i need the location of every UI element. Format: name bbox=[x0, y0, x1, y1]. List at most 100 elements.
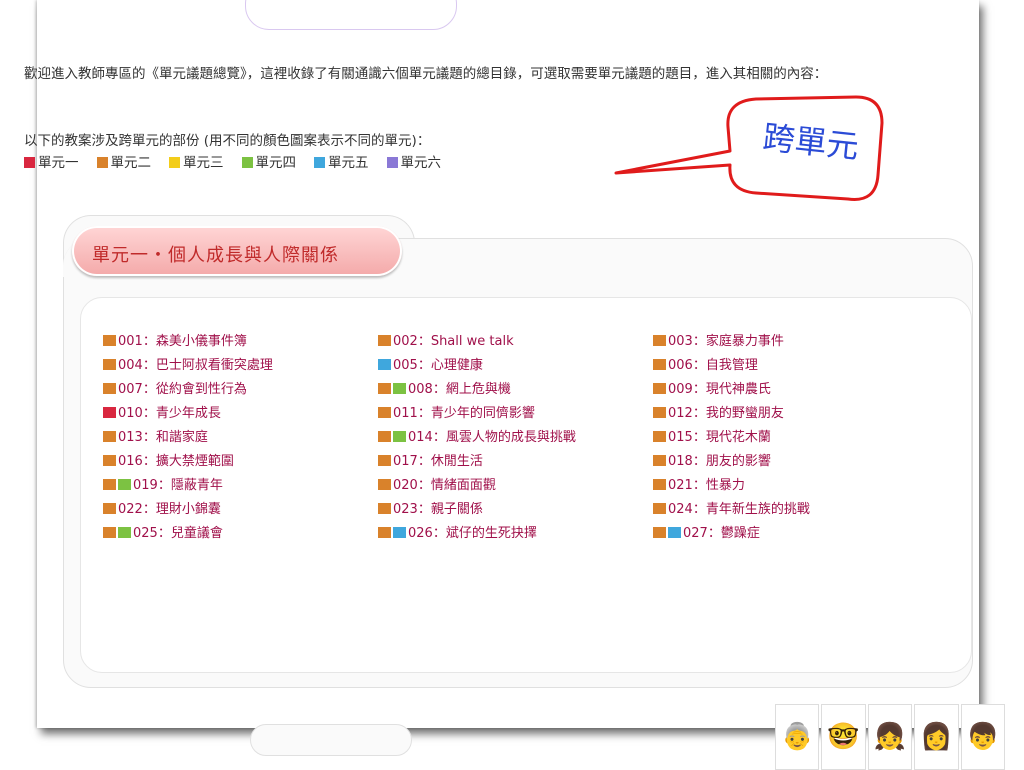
legend-item: 單元四 bbox=[241, 151, 297, 171]
unit-color-icon bbox=[103, 359, 116, 370]
lesson-link[interactable]: 015：現代花木蘭 bbox=[653, 429, 923, 446]
lesson-title: 017：休閒生活 bbox=[393, 454, 483, 469]
boy-spiky-icon[interactable]: 👦 bbox=[960, 704, 1006, 770]
lesson-link[interactable]: 004：巴士阿叔看衝突處理 bbox=[103, 357, 378, 374]
lesson-link[interactable]: 021：性暴力 bbox=[653, 477, 923, 494]
unit-color-icon bbox=[103, 479, 116, 490]
lesson-title: 007：從約會到性行為 bbox=[118, 382, 247, 397]
lesson-title: 021：性暴力 bbox=[668, 478, 745, 493]
legend-label: 單元五 bbox=[328, 155, 369, 171]
lesson-link[interactable]: 009：現代神農氏 bbox=[653, 381, 923, 398]
legend-item: 單元五 bbox=[314, 151, 369, 171]
lesson-title: 022：理財小錦囊 bbox=[118, 502, 221, 517]
lesson-link[interactable]: 005：心理健康 bbox=[378, 357, 653, 374]
boy-glasses-icon[interactable]: 🤓 bbox=[821, 704, 866, 770]
unit-color-icon bbox=[653, 431, 666, 442]
legend-label: 單元三 bbox=[183, 155, 224, 171]
unit-color-icon bbox=[653, 527, 666, 538]
lesson-title: 027：鬱躁症 bbox=[683, 526, 760, 541]
lesson-title: 011：青少年的同儕影響 bbox=[393, 406, 535, 421]
lesson-title: 016：擴大禁煙範圍 bbox=[118, 454, 234, 469]
lesson-title: 002：Shall we talk bbox=[393, 334, 514, 349]
color-swatch-icon bbox=[169, 157, 180, 168]
unit-color-icon bbox=[103, 431, 116, 442]
unit-color-icon bbox=[653, 407, 666, 418]
legend-item: 單元二 bbox=[96, 151, 152, 171]
lesson-link[interactable]: 024：青年新生族的挑戰 bbox=[653, 501, 923, 518]
lesson-link[interactable]: 020：情緒面面觀 bbox=[378, 477, 653, 494]
grandma-icon[interactable]: 👵 bbox=[775, 704, 820, 770]
unit-color-icon bbox=[378, 407, 391, 418]
unit-color-icon bbox=[378, 479, 391, 490]
lesson-title: 024：青年新生族的挑戰 bbox=[668, 502, 810, 517]
lesson-title: 009：現代神農氏 bbox=[668, 382, 771, 397]
intro-text: 歡迎進入教師專區的《單元議題總覽》，這裡收錄了有關通識六個單元議題的總目錄，可選… bbox=[24, 66, 828, 82]
unit-color-icon bbox=[103, 383, 116, 394]
lesson-link[interactable]: 023：親子關係 bbox=[378, 501, 653, 518]
lesson-link[interactable]: 008：網上危與機 bbox=[378, 381, 653, 398]
lesson-link[interactable]: 010：青少年成長 bbox=[103, 405, 378, 422]
lesson-title: 012：我的野蠻朋友 bbox=[668, 406, 784, 421]
lesson-title: 019：隱蔽青年 bbox=[133, 478, 223, 493]
unit-color-icon bbox=[653, 359, 666, 370]
lesson-link[interactable]: 016：擴大禁煙範圍 bbox=[103, 453, 378, 470]
mascot-bar: 👵 🤓 👧 👩 👦 bbox=[775, 704, 1006, 770]
unit-color-icon bbox=[378, 359, 391, 370]
lesson-link[interactable]: 027：鬱躁症 bbox=[653, 525, 923, 542]
girl-curly-icon[interactable]: 👧 bbox=[867, 704, 913, 770]
lesson-title: 020：情緒面面觀 bbox=[393, 478, 496, 493]
unit-color-icon bbox=[103, 407, 116, 418]
lesson-link[interactable]: 018：朋友的影響 bbox=[653, 453, 923, 470]
color-legend: 單元一 單元二 單元三 單元四 單元五 單元六 bbox=[24, 151, 459, 171]
cross-unit-intro: 以下的教案涉及跨單元的部份 (用不同的顏色圖案表示不同的單元)： bbox=[24, 133, 431, 149]
top-tab-decoration bbox=[245, 0, 457, 30]
lesson-title: 014：風雲人物的成長與挑戰 bbox=[408, 430, 576, 445]
woman-icon[interactable]: 👩 bbox=[914, 704, 959, 770]
unit-color-icon bbox=[118, 479, 131, 490]
legend-label: 單元六 bbox=[400, 155, 442, 171]
unit-color-icon bbox=[118, 527, 131, 538]
unit-color-icon bbox=[103, 527, 116, 538]
lesson-link[interactable]: 012：我的野蠻朋友 bbox=[653, 405, 923, 422]
next-unit-tab bbox=[250, 724, 412, 756]
lesson-link[interactable]: 006：自我管理 bbox=[653, 357, 923, 374]
legend-item: 單元三 bbox=[169, 151, 224, 171]
unit-color-icon bbox=[653, 503, 666, 514]
lesson-link[interactable]: 026：斌仔的生死抉擇 bbox=[378, 525, 653, 542]
lesson-title: 018：朋友的影響 bbox=[668, 454, 771, 469]
lesson-link[interactable]: 017：休閒生活 bbox=[378, 453, 653, 470]
lesson-link[interactable]: 001：森美小儀事件簿 bbox=[103, 333, 378, 350]
legend-label: 單元四 bbox=[255, 155, 297, 171]
lesson-link[interactable]: 022：理財小錦囊 bbox=[103, 501, 378, 518]
lesson-title: 003：家庭暴力事件 bbox=[668, 334, 784, 349]
lesson-link[interactable]: 007：從約會到性行為 bbox=[103, 381, 378, 398]
lesson-title: 001：森美小儀事件簿 bbox=[118, 334, 247, 349]
unit-color-icon bbox=[378, 335, 391, 346]
lesson-title: 023：親子關係 bbox=[393, 502, 483, 517]
lesson-link[interactable]: 002：Shall we talk bbox=[378, 333, 653, 350]
color-swatch-icon bbox=[314, 157, 325, 168]
unit-color-icon bbox=[378, 527, 391, 538]
lesson-link[interactable]: 003：家庭暴力事件 bbox=[653, 333, 923, 350]
lesson-link[interactable]: 014：風雲人物的成長與挑戰 bbox=[378, 429, 653, 446]
color-swatch-icon bbox=[241, 157, 253, 168]
color-swatch-icon bbox=[386, 157, 398, 168]
unit-color-icon bbox=[103, 455, 116, 466]
unit-color-icon bbox=[378, 503, 391, 514]
color-swatch-icon bbox=[96, 157, 108, 168]
unit-color-icon bbox=[378, 431, 391, 442]
unit-color-icon bbox=[103, 503, 116, 514]
unit-color-icon bbox=[378, 455, 391, 466]
color-swatch-icon bbox=[24, 157, 35, 168]
lesson-link[interactable]: 011：青少年的同儕影響 bbox=[378, 405, 653, 422]
lesson-list: 001：森美小儀事件簿 002：Shall we talk 003：家庭暴力事件 00… bbox=[103, 333, 923, 542]
lesson-link[interactable]: 013：和諧家庭 bbox=[103, 429, 378, 446]
lesson-link[interactable]: 019：隱蔽青年 bbox=[103, 477, 378, 494]
lesson-title: 004：巴士阿叔看衝突處理 bbox=[118, 358, 273, 373]
unit-title: 單元一・個人成長與人際關係 bbox=[92, 245, 339, 266]
legend-label: 單元二 bbox=[110, 155, 152, 171]
lesson-title: 013：和諧家庭 bbox=[118, 430, 208, 445]
lesson-link[interactable]: 025：兒童議會 bbox=[103, 525, 378, 542]
legend-item: 單元六 bbox=[386, 151, 442, 171]
unit-color-icon bbox=[653, 455, 666, 466]
